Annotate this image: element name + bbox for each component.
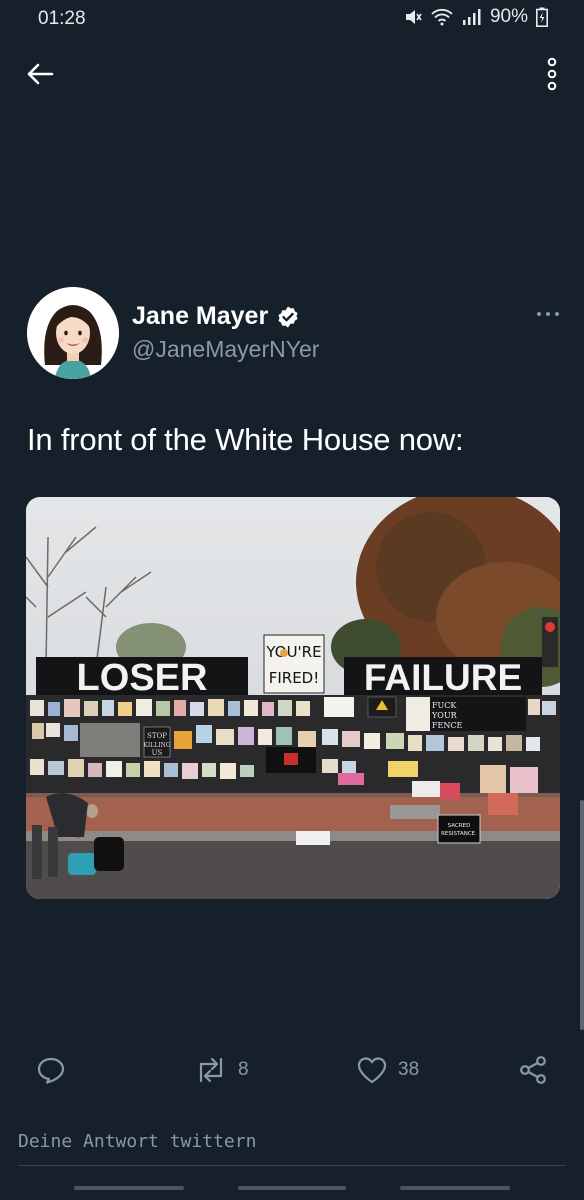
sign-loser: LOSER (77, 657, 208, 699)
sign-sacred: SACRED (448, 823, 471, 829)
retweet-count: 8 (238, 1059, 249, 1080)
author-name[interactable]: Jane Mayer (132, 302, 300, 331)
arrow-left-icon (27, 63, 54, 85)
status-bar: 01:28 90% (0, 0, 584, 40)
signal-icon (462, 9, 481, 25)
bottom-gesture-bar (0, 1186, 584, 1192)
share-button[interactable] (518, 1055, 548, 1085)
avatar-illustration (27, 287, 119, 379)
retweet-icon (199, 1057, 223, 1083)
tweet-header: Jane Mayer @JaneMayerNYer (27, 287, 562, 379)
more-vertical-icon (547, 57, 557, 91)
like-count: 38 (398, 1059, 420, 1080)
sign-fuck: FUCK (432, 701, 457, 710)
wifi-icon (431, 8, 453, 26)
avatar[interactable] (27, 287, 119, 379)
nav-recents-pill[interactable] (74, 1186, 184, 1190)
sign-fired: FIRED! (269, 669, 320, 687)
battery-percentage: 90% (489, 6, 528, 27)
retweet-button[interactable]: 8 (194, 1055, 249, 1085)
tweet-action-bar: 8 38 (0, 1055, 584, 1095)
battery-charging-icon (536, 7, 548, 27)
author-handle: @JaneMayerNYer (132, 336, 320, 362)
protest-fence-photo: LOSER FAILURE YOU'RE FIRED! FUCK YOUR FE… (26, 497, 560, 899)
reply-bubble-icon (37, 1057, 65, 1084)
status-indicators: 90% (404, 6, 548, 28)
mute-icon (405, 10, 422, 24)
author-name-text: Jane Mayer (132, 302, 269, 330)
top-nav (0, 48, 584, 100)
more-options-button[interactable] (542, 54, 562, 94)
nav-home-pill[interactable] (238, 1186, 346, 1190)
sign-fence: FENCE (432, 721, 463, 730)
sign-your: YOUR (431, 711, 458, 720)
sign-killing: KILLING (143, 742, 170, 749)
sign-youre: YOU'RE (265, 643, 321, 661)
back-button[interactable] (22, 58, 58, 90)
edge-panel-handle[interactable] (580, 800, 584, 1030)
status-time: 01:28 (38, 8, 86, 29)
reply-button[interactable] (36, 1055, 66, 1085)
sign-failure: FAILURE (364, 657, 522, 698)
heart-icon (357, 1057, 387, 1084)
share-icon (520, 1056, 546, 1084)
sign-stop: STOP (147, 732, 167, 740)
verified-badge-icon (278, 306, 298, 327)
reply-composer (18, 1125, 566, 1166)
like-button[interactable]: 38 (356, 1055, 419, 1085)
sign-us: US (152, 749, 163, 757)
sign-resistance: RESISTANCE. (441, 831, 477, 837)
tweet-more-button[interactable] (536, 307, 560, 321)
tweet-photo[interactable]: LOSER FAILURE YOU'RE FIRED! FUCK YOUR FE… (26, 497, 560, 899)
tweet-text: In front of the White House now: (27, 422, 464, 457)
more-horizontal-icon (537, 312, 559, 316)
reply-input[interactable] (18, 1125, 558, 1152)
nav-back-pill[interactable] (400, 1186, 510, 1190)
